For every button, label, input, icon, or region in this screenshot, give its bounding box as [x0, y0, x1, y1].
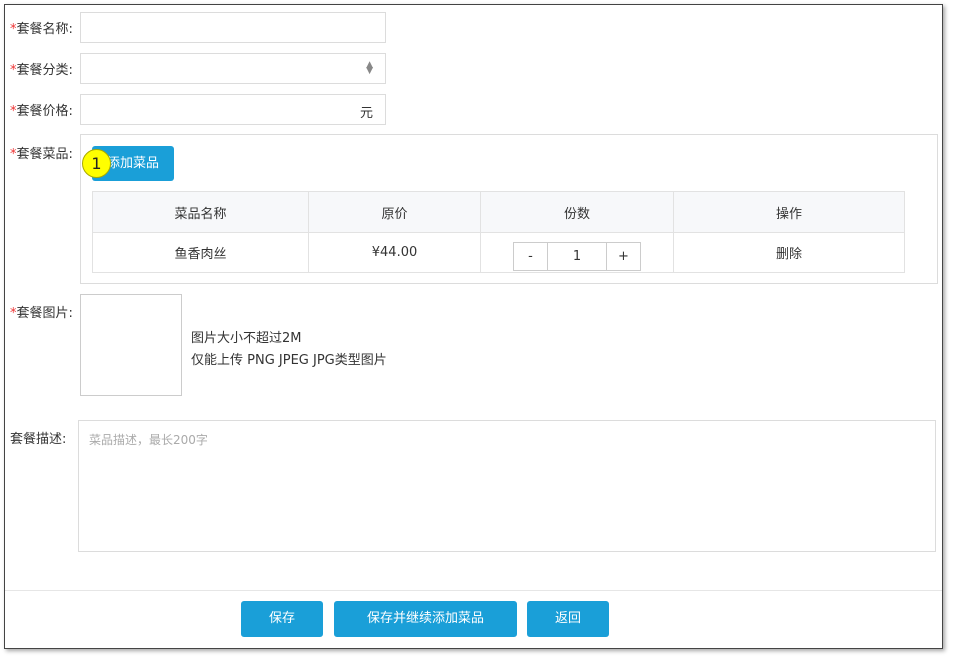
quantity-cell: - 1 + [480, 232, 674, 273]
quantity-stepper: - 1 + [513, 242, 641, 271]
image-upload[interactable] [80, 294, 182, 396]
dish-set-form: *套餐名称: *套餐分类: ▲ ▼ *套餐价格: 元 *套餐菜品: 添加菜品 1 … [4, 4, 943, 649]
table-row: 鱼香肉丝 ¥44.00 - 1 + 删除 [92, 232, 905, 273]
footer-divider [5, 590, 942, 591]
dish-name: 鱼香肉丝 [92, 232, 309, 273]
desc-textarea[interactable]: 菜品描述，最长200字 [78, 420, 936, 552]
header-action: 操作 [673, 191, 905, 233]
image-label: *套餐图片: [10, 306, 73, 321]
table-header: 菜品名称 原价 份数 操作 [92, 191, 905, 233]
dish-price: ¥44.00 [308, 232, 481, 273]
header-dish-name: 菜品名称 [92, 191, 309, 233]
dishes-label: *套餐菜品: [10, 147, 73, 162]
decrement-button[interactable]: - [514, 243, 547, 270]
increment-button[interactable]: + [607, 243, 640, 270]
price-label: *套餐价格: [10, 104, 73, 119]
header-price: 原价 [308, 191, 481, 233]
category-label: *套餐分类: [10, 63, 73, 78]
save-button[interactable]: 保存 [241, 601, 323, 637]
dishes-table: 菜品名称 原价 份数 操作 鱼香肉丝 ¥44.00 - 1 + 删除 [92, 191, 905, 273]
quantity-input[interactable]: 1 [547, 243, 607, 270]
price-unit: 元 [359, 106, 373, 121]
header-quantity: 份数 [480, 191, 674, 233]
delete-link[interactable]: 删除 [673, 232, 905, 273]
image-hint-size: 图片大小不超过2M [191, 331, 302, 346]
sort-arrows-icon: ▲ ▼ [366, 60, 373, 76]
save-continue-button[interactable]: 保存并继续添加菜品 [334, 601, 517, 637]
dishes-panel: 添加菜品 1 菜品名称 原价 份数 操作 鱼香肉丝 ¥44.00 - 1 + 删… [80, 134, 938, 284]
image-hint-type: 仅能上传 PNG JPEG JPG类型图片 [191, 353, 387, 368]
name-input[interactable] [80, 12, 386, 43]
annotation-badge: 1 [82, 149, 111, 178]
desc-label: 套餐描述: [10, 432, 67, 447]
price-input[interactable]: 元 [80, 94, 386, 125]
category-select[interactable]: ▲ ▼ [80, 53, 386, 84]
back-button[interactable]: 返回 [527, 601, 609, 637]
name-label: *套餐名称: [10, 22, 73, 37]
